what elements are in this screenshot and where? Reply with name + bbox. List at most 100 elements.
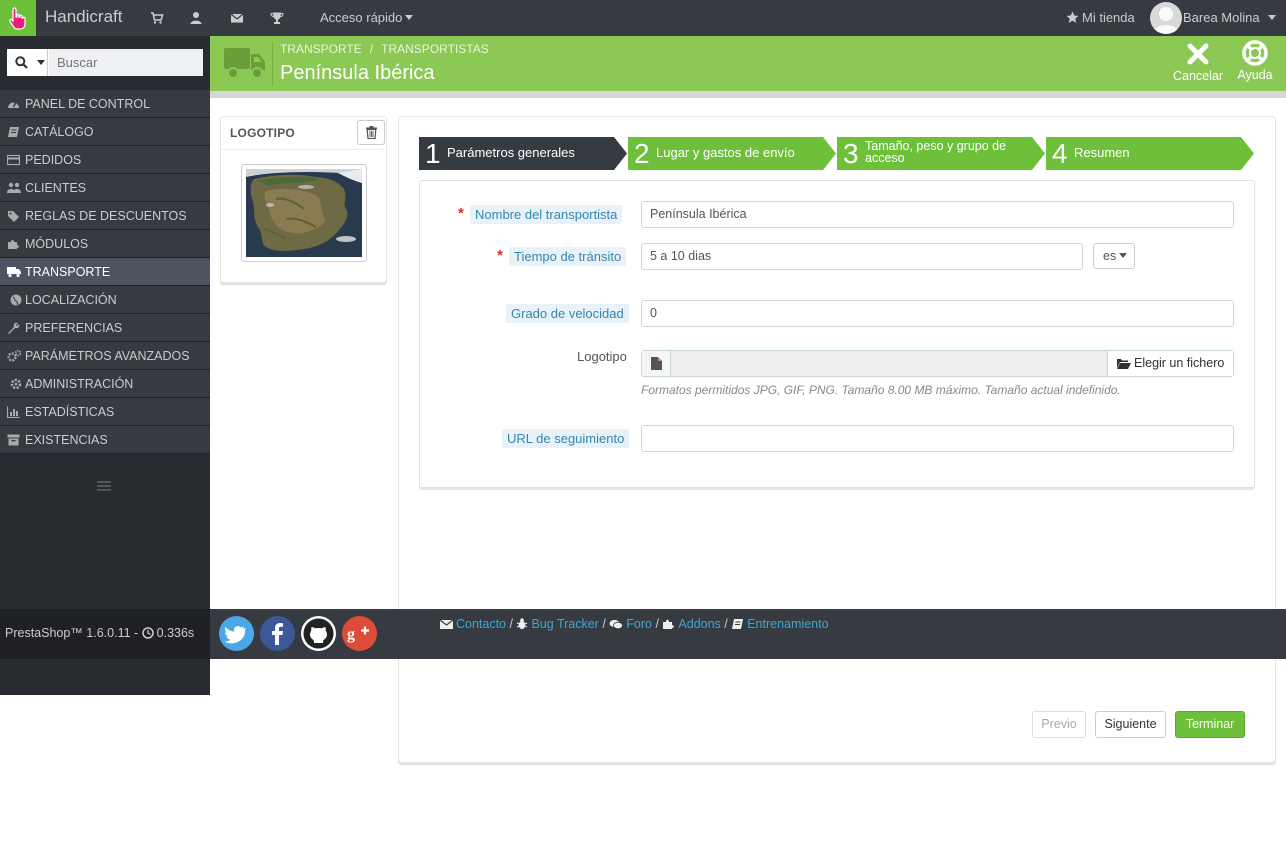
- contact-link[interactable]: Contacto: [456, 617, 506, 631]
- globe-icon: [10, 294, 22, 306]
- comments-icon: [609, 619, 624, 630]
- sidebar-item-modules[interactable]: MÓDULOS: [0, 230, 210, 258]
- book-icon: [732, 619, 744, 629]
- help-button[interactable]: Ayuda: [1236, 40, 1274, 82]
- archive-icon: [7, 434, 20, 446]
- sidebar-item-localization[interactable]: LOCALIZACIÓN: [0, 286, 210, 314]
- cart-icon[interactable]: [150, 11, 164, 25]
- user-silhouette-icon: [1153, 7, 1179, 34]
- main-menu: PANEL DE CONTROL CATÁLOGO PEDIDOS CLIENT…: [0, 90, 210, 454]
- header-divider: [272, 42, 273, 86]
- sidebar-item-advanced-parameters[interactable]: PARÁMETROS AVANZADOS: [0, 342, 210, 370]
- training-link[interactable]: Entrenamiento: [747, 617, 828, 631]
- finish-button[interactable]: Terminar: [1175, 711, 1245, 738]
- facebook-button[interactable]: [260, 616, 295, 651]
- sidebar-item-stock[interactable]: EXISTENCIAS: [0, 426, 210, 454]
- sidebar-item-orders[interactable]: PEDIDOS: [0, 146, 210, 174]
- folder-open-icon: [1117, 359, 1131, 369]
- footer-link-contact[interactable]: Contacto: [440, 617, 506, 631]
- truck-icon: [224, 48, 265, 79]
- divider: [221, 149, 386, 150]
- sidebar-item-label: EXISTENCIAS: [25, 433, 108, 447]
- footer-link-forum[interactable]: Foro: [609, 617, 652, 631]
- sidebar-item-label: PEDIDOS: [25, 153, 82, 167]
- wizard-step-4[interactable]: 4 Resumen: [1046, 137, 1255, 170]
- file-icon: [651, 357, 662, 370]
- cogs-icon: [7, 350, 22, 362]
- language-select[interactable]: es: [1093, 243, 1135, 269]
- footer-link-bug-tracker[interactable]: Bug Tracker: [516, 617, 599, 631]
- logo-file-input[interactable]: Elegir un fichero: [641, 350, 1234, 377]
- speed-grade-input[interactable]: 0: [641, 300, 1234, 327]
- wizard-step-3[interactable]: 3 Tamaño, peso y grupo de acceso: [837, 137, 1046, 170]
- sidebar-item-preferences[interactable]: PREFERENCIAS: [0, 314, 210, 342]
- search-type-button[interactable]: [7, 49, 48, 76]
- delete-logo-button[interactable]: [357, 120, 385, 145]
- breadcrumb: TRANSPORTE / TRANSPORTISTAS: [280, 42, 489, 56]
- cog-icon: [10, 378, 22, 390]
- sidebar-item-label: REGLAS DE DESCUENTOS: [25, 209, 187, 223]
- search-input[interactable]: [49, 49, 203, 76]
- step-label: Tamaño, peso y grupo de acceso: [865, 139, 1007, 165]
- next-button[interactable]: Siguiente: [1095, 711, 1166, 738]
- footer-link-training[interactable]: Entrenamiento: [731, 617, 829, 631]
- sidebar-item-shipping[interactable]: TRANSPORTE: [0, 258, 210, 286]
- sidebar-item-label: ESTADÍSTICAS: [25, 405, 115, 419]
- quick-access-menu[interactable]: Acceso rápido: [320, 10, 414, 25]
- wizard-step-1[interactable]: 1 Parámetros generales: [419, 137, 628, 170]
- help-label: Ayuda: [1237, 68, 1273, 82]
- collapse-menu-icon[interactable]: [97, 480, 111, 492]
- pointer-hand-icon: [9, 7, 26, 30]
- sidebar-item-statistics[interactable]: ESTADÍSTICAS: [0, 398, 210, 426]
- bug-tracker-link[interactable]: Bug Tracker: [531, 617, 598, 631]
- iberian-peninsula-satellite-image: [246, 169, 362, 257]
- addons-link[interactable]: Addons: [678, 617, 720, 631]
- credit-card-icon: [7, 154, 20, 166]
- breadcrumb-item[interactable]: TRANSPORTE: [280, 42, 362, 56]
- wizard-step-2[interactable]: 2 Lugar y gastos de envío: [628, 137, 837, 170]
- footer-links: Contacto / Bug Tracker / Foro / Addons /…: [440, 617, 829, 631]
- book-icon: [8, 127, 19, 137]
- twitter-button[interactable]: [219, 616, 254, 651]
- trophy-icon[interactable]: [270, 11, 284, 25]
- user-menu[interactable]: Barea Molina: [1183, 10, 1277, 25]
- page-title: Península Ibérica: [280, 62, 435, 84]
- sidebar-item-label: PANEL DE CONTROL: [25, 97, 151, 111]
- google-plus-button[interactable]: g: [342, 616, 377, 651]
- sidebar-item-dashboard[interactable]: PANEL DE CONTROL: [0, 90, 210, 118]
- speed-grade-label: Grado de velocidad: [506, 304, 629, 323]
- page-header: TRANSPORTE / TRANSPORTISTAS Península Ibér…: [210, 36, 1286, 91]
- my-store-link[interactable]: Mi tienda: [1066, 10, 1135, 25]
- carrier-wizard: 1 Parámetros generales 2 Lugar y gastos …: [398, 116, 1276, 763]
- cancel-button[interactable]: Cancelar: [1172, 42, 1224, 83]
- step-label: Resumen: [1074, 145, 1130, 160]
- tracking-url-input[interactable]: [641, 425, 1234, 452]
- previous-button[interactable]: Previo: [1032, 711, 1086, 738]
- forum-link[interactable]: Foro: [626, 617, 652, 631]
- file-icon-box: [642, 351, 671, 376]
- sidebar-item-administration[interactable]: ADMINISTRACIÓN: [0, 370, 210, 398]
- avatar[interactable]: [1150, 2, 1182, 34]
- my-store-label: Mi tienda: [1082, 10, 1135, 25]
- logo-panel: LOGOTIPO: [220, 116, 387, 283]
- customer-icon[interactable]: [189, 11, 203, 25]
- sidebar-item-cart-rules[interactable]: REGLAS DE DESCUENTOS: [0, 202, 210, 230]
- logo-panel-title: LOGOTIPO: [230, 126, 295, 140]
- breadcrumb-item[interactable]: TRANSPORTISTAS: [381, 42, 489, 56]
- footer-link-addons[interactable]: Addons: [662, 617, 721, 631]
- footer-version-box: PrestaShop™ 1.6.0.11 - 0.336s: [0, 609, 210, 659]
- sidebar-item-catalog[interactable]: CATÁLOGO: [0, 118, 210, 146]
- trash-icon: [366, 126, 377, 139]
- transit-time-input[interactable]: 5 a 10 dias: [641, 243, 1083, 270]
- wrench-icon: [8, 322, 20, 334]
- sidebar-item-customers[interactable]: CLIENTES: [0, 174, 210, 202]
- carrier-name-input[interactable]: Península Ibérica: [641, 201, 1234, 228]
- envelope-icon[interactable]: [230, 11, 244, 25]
- choose-file-button[interactable]: Elegir un fichero: [1107, 351, 1233, 376]
- shop-name[interactable]: Handicraft: [45, 7, 122, 27]
- prestashop-logo[interactable]: [0, 0, 36, 36]
- step-number: 2: [634, 138, 650, 169]
- step-label: Lugar y gastos de envío: [656, 145, 795, 160]
- bug-icon: [517, 618, 528, 630]
- github-button[interactable]: [301, 616, 336, 651]
